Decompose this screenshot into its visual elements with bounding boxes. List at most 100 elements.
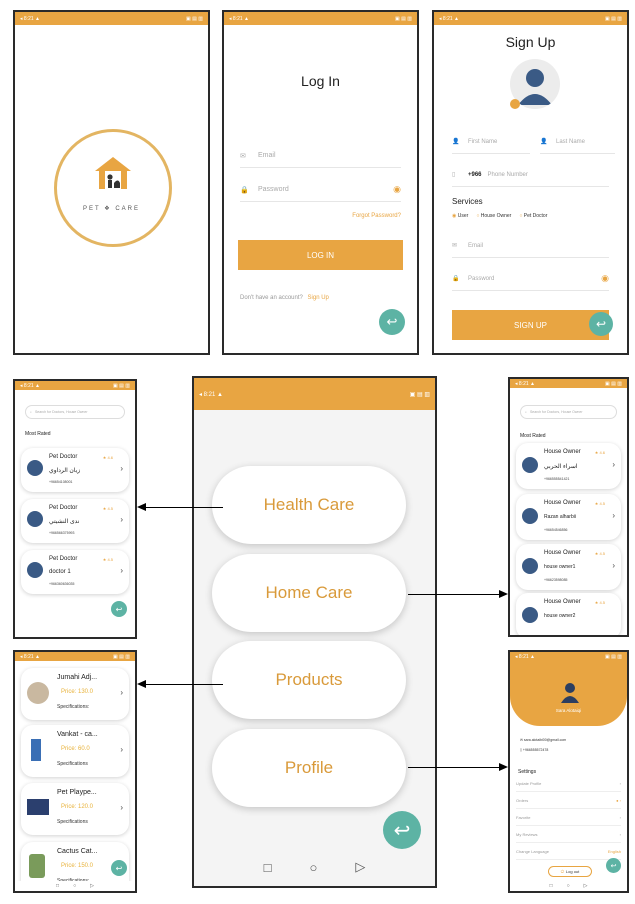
main-menu-screen: ◂ 8:21 ▲ ▣ ▤ ▥ Health Care Home Care Prod… [192, 376, 437, 888]
list-item[interactable]: House Owner ★ 4.5 house owner1 +96623598… [516, 544, 621, 590]
chevron-right-icon: › [619, 815, 621, 820]
phone-placeholder: Phone Number [487, 171, 528, 178]
status-left: ◂ 8:21 ▲ [439, 15, 459, 22]
signup-screen: ◂ 8:21 ▲ ▣ ▤ ▥ Sign Up 👤 First Name 👤 Last … [432, 10, 629, 355]
profile-phone: ▯ +966555572478 [520, 748, 548, 752]
star-icon: ★ [102, 455, 107, 460]
rating: ★ 4.5 [595, 501, 605, 506]
status-left: ◂ 8:21 ▲ [199, 391, 223, 398]
arrow-products-to-list [145, 684, 223, 685]
home-icon[interactable]: ○ [567, 883, 570, 889]
home-icon[interactable]: ○ [310, 860, 318, 875]
nav-bar: □ ○ ▷ [194, 848, 435, 886]
back-fab[interactable]: ↩ [379, 309, 405, 335]
search-bar[interactable]: ⌕ Search for Doctors, House Owner [25, 405, 125, 419]
status-right: ▣ ▤ ▥ [605, 380, 622, 387]
back-icon[interactable]: ▷ [355, 859, 365, 875]
search-icon: ⌕ [30, 410, 32, 414]
password-placeholder: Password [468, 275, 495, 282]
list-item[interactable]: House Owner ★ 4.5 Razan alharbii +966545… [516, 494, 621, 540]
search-bar[interactable]: ⌕ Search for Doctors, House Owner [520, 405, 617, 419]
item-role: House Owner [544, 550, 581, 556]
recents-icon[interactable]: □ [550, 883, 553, 889]
recents-icon[interactable]: □ [264, 860, 272, 875]
chevron-right-icon: › [120, 515, 123, 524]
rating: ★ 4.5 [595, 551, 605, 556]
product-name: Vankat - ca... [57, 731, 98, 738]
back-fab[interactable]: ↩ [111, 601, 127, 617]
rating: ★ 4.6 [595, 450, 605, 455]
list-item[interactable]: House Owner ★ 4.5 house owner2 [516, 593, 621, 635]
settings-row-favorite[interactable]: Favorite › [516, 810, 621, 826]
list-item[interactable]: Pet Doctor ★ 4.5 ندى النشيتي +9665663759… [21, 499, 129, 543]
recents-icon[interactable]: □ [56, 883, 59, 889]
product-item[interactable]: Vankat - ca... Price: 60.0 Specification… [21, 725, 129, 777]
back-icon[interactable]: ▷ [90, 883, 94, 889]
avatar [522, 457, 538, 473]
product-price: Price: 130.0 [61, 689, 94, 695]
password-field[interactable]: 🔒 Password ◉ [240, 178, 401, 202]
menu-profile[interactable]: Profile [212, 729, 406, 807]
back-fab[interactable]: ↩ [111, 860, 127, 876]
list-item[interactable]: House Owner ★ 4.6 اسراء الحربي +96655554… [516, 443, 621, 489]
status-left: ◂ 8:21 ▲ [20, 382, 40, 389]
nav-bar: □ ○ ▷ [510, 881, 627, 891]
phone-icon: ▯ [452, 172, 456, 178]
settings-row-language[interactable]: Change Language English [516, 844, 621, 860]
star-icon: ★ [594, 551, 599, 556]
star-icon: ★ [594, 600, 599, 605]
chevron-right-icon: › [619, 781, 621, 786]
status-bar: ◂ 8:21 ▲ ▣ ▤ ▥ [15, 12, 208, 25]
settings-row-update-profile[interactable]: Update Profile › [516, 776, 621, 792]
forgot-password-link[interactable]: Forgot Password? [352, 213, 401, 219]
product-item[interactable]: Pet Plaype... Price: 120.0 Specification… [21, 783, 129, 835]
password-field[interactable]: 🔒 Password ◉ [452, 267, 609, 291]
last-name-placeholder: Last Name [556, 138, 586, 145]
status-left: ◂ 8:21 ▲ [229, 15, 249, 22]
product-item[interactable]: Jumahi Adj... Price: 130.0 Specification… [21, 668, 129, 720]
list-item[interactable]: Pet Doctor ★ 4.5 doctor 1 +966360636035 … [21, 550, 129, 594]
logout-button[interactable]: ⏻ Log out [548, 866, 592, 877]
back-icon[interactable]: ▷ [584, 883, 588, 889]
radio-house-owner[interactable]: ○ House Owner [476, 213, 511, 219]
login-button[interactable]: LOG IN [238, 240, 403, 270]
signup-button[interactable]: SIGN UP [452, 310, 609, 340]
email-field[interactable]: ✉ Email [240, 144, 401, 168]
mail-icon: ✉ [452, 243, 458, 249]
list-item[interactable]: Pet Doctor ★ 4.6 زيان الرداوي +966541080… [21, 448, 129, 492]
rating-value: 4.5 [599, 551, 605, 556]
email-value: sara.alotaibi00@gmail.com [523, 738, 567, 742]
rating-value: 4.5 [107, 506, 113, 511]
rating-value: 4.5 [599, 600, 605, 605]
back-fab[interactable]: ↩ [606, 858, 621, 873]
lock-icon: 🔒 [452, 276, 460, 282]
eye-icon[interactable]: ◉ [601, 273, 609, 284]
menu-products[interactable]: Products [212, 641, 406, 719]
phone-field[interactable]: ▯ +966 Phone Number [452, 163, 609, 187]
product-price: Price: 150.0 [61, 863, 94, 869]
first-name-field[interactable]: 👤 First Name [452, 130, 530, 154]
product-image [27, 799, 49, 815]
person-icon: 👤 [452, 139, 460, 145]
logout-icon: ⏻ [560, 869, 564, 874]
eye-icon[interactable]: ◉ [393, 184, 401, 195]
menu-health-care[interactable]: Health Care [212, 466, 406, 544]
row-label: My Reviews [516, 832, 538, 837]
back-fab[interactable]: ↩ [383, 811, 421, 849]
settings-row-orders[interactable]: Orders ● › [516, 793, 621, 809]
chevron-right-icon: › [612, 460, 615, 469]
mail-icon: ✉ [240, 152, 246, 160]
radio-pet-doctor[interactable]: ○ Pet Doctor [519, 213, 547, 219]
chevron-right-icon: › [120, 566, 123, 575]
settings-row-reviews[interactable]: My Reviews › [516, 827, 621, 843]
email-field[interactable]: ✉ Email [452, 234, 609, 258]
menu-home-care[interactable]: Home Care [212, 554, 406, 632]
back-fab[interactable]: ↩ [589, 312, 613, 336]
country-code[interactable]: +966 [468, 172, 482, 178]
last-name-field[interactable]: 👤 Last Name [540, 130, 615, 154]
rating: ★ 4.5 [595, 600, 605, 605]
signup-link[interactable]: Sign Up [308, 295, 329, 301]
home-icon[interactable]: ○ [73, 883, 76, 889]
camera-icon[interactable] [510, 99, 520, 109]
radio-user[interactable]: ◉ User [452, 213, 468, 219]
